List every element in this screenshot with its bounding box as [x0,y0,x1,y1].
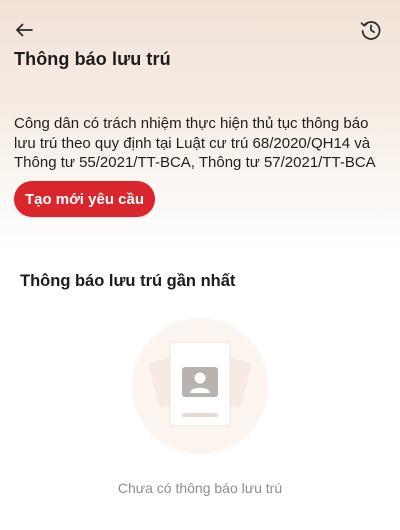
empty-state-message: Chưa có thông báo lưu trú [117,480,283,496]
intro-description: Công dân có trách nhiệm thực hiện thủ tụ… [14,115,376,171]
page-title: Thông báo lưu trú [14,49,171,69]
back-button[interactable] [10,16,38,44]
empty-document-illustration [132,318,268,454]
create-request-button[interactable]: Tạo mới yêu cầu [14,181,155,217]
history-button[interactable] [357,16,385,44]
recent-section-title: Thông báo lưu trú gần nhất [20,272,236,290]
history-clock-icon [360,21,381,40]
arrow-left-icon [16,23,33,37]
